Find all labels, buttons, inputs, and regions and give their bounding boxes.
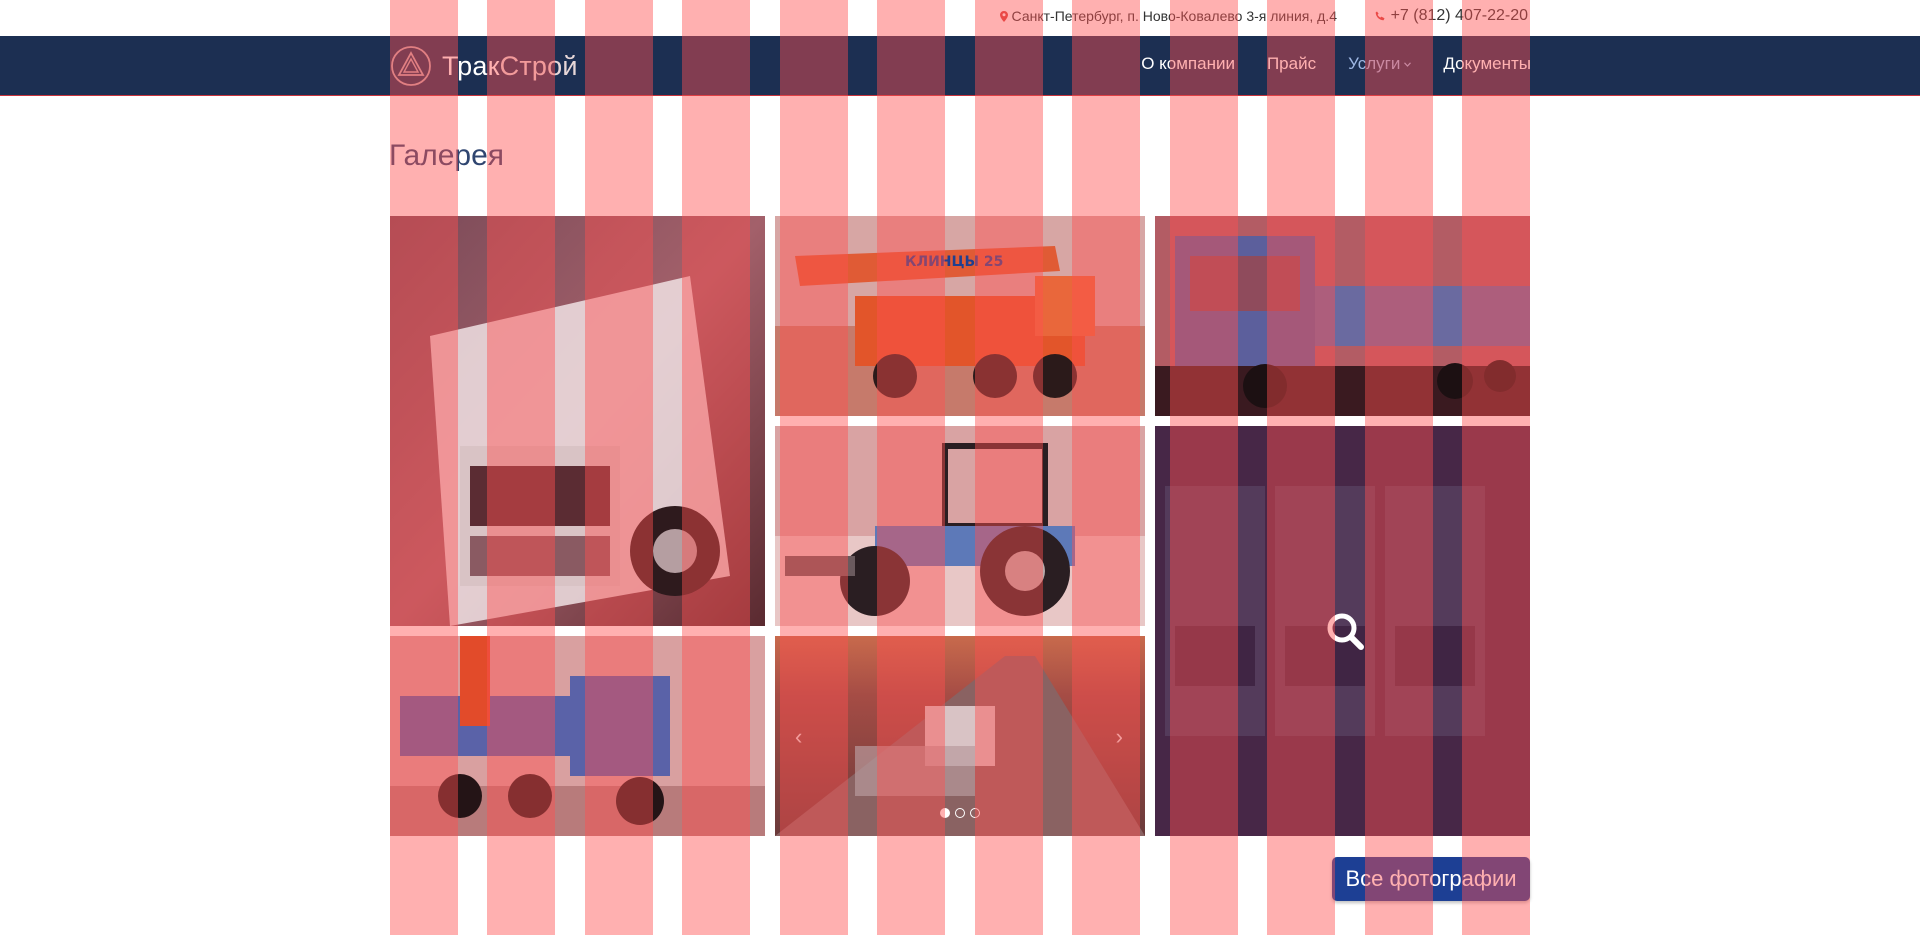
gallery-photo-tractor[interactable]: [775, 426, 1145, 626]
carousel-dot-1[interactable]: [940, 808, 950, 818]
crane-truck-photo: КЛИНЦЫ 25: [775, 216, 1145, 416]
nav-item-about[interactable]: О компании: [1141, 54, 1235, 74]
nav-item-about-label: О компании: [1141, 54, 1235, 73]
main-navbar: ТракСтрой О компании Прайс Услуги Докуме…: [0, 36, 1920, 96]
carousel-next-button[interactable]: ›: [1116, 724, 1123, 750]
gallery-carousel[interactable]: ‹ ›: [775, 636, 1145, 836]
nav-item-services[interactable]: Услуги: [1348, 54, 1412, 74]
phone[interactable]: +7 (812) 407-22-20: [1375, 7, 1528, 25]
blue-flatbed-truck-photo: [1155, 216, 1530, 416]
gallery-photo-crane-manipulator[interactable]: [390, 636, 765, 836]
logo-text: ТракСтрой: [442, 51, 578, 82]
phone-number[interactable]: +7 (812) 407-22-20: [1391, 7, 1528, 25]
nav-item-price-label: Прайс: [1266, 54, 1317, 73]
nav-item-documents-label: Документы: [1443, 54, 1531, 73]
search-icon[interactable]: [1325, 611, 1365, 651]
chevron-down-icon: [1404, 61, 1412, 67]
crane-manipulator-truck-photo: [390, 636, 765, 836]
logo-text-part1: Трак: [442, 50, 500, 81]
blue-tractor-photo: [775, 426, 1145, 626]
highway-sunset-photo: [775, 636, 1145, 836]
carousel-dot-3[interactable]: [970, 808, 980, 818]
map-pin-icon: [999, 10, 1008, 22]
nav-item-documents[interactable]: Документы: [1443, 54, 1531, 74]
nav-item-price[interactable]: Прайс: [1267, 54, 1316, 74]
nav-item-services-label: Услуги: [1348, 54, 1401, 73]
gallery-photo-truck-fleet[interactable]: [1155, 426, 1530, 836]
address: Санкт-Петербург, п. Ново-Ковалево 3-я ли…: [999, 8, 1337, 24]
crane-sign-text: КЛИНЦЫ 25: [905, 254, 1003, 270]
logo-text-part2: Строй: [499, 50, 578, 81]
gallery-photo-blue-flatbed[interactable]: [1155, 216, 1530, 416]
gallery-photo-crane-truck[interactable]: КЛИНЦЫ 25: [775, 216, 1145, 416]
phone-icon: [1375, 11, 1385, 21]
page-title: Галерея: [389, 139, 505, 172]
logo[interactable]: ТракСтрой: [390, 45, 578, 87]
all-photos-button[interactable]: Все фотографии: [1332, 857, 1530, 901]
gallery-photo-white-truck[interactable]: [390, 216, 765, 626]
logo-mark-icon: [391, 46, 431, 86]
carousel-prev-button[interactable]: ‹: [795, 724, 802, 750]
white-truck-photo: [390, 216, 765, 626]
carousel-indicators: [775, 808, 1145, 818]
main-menu: О компании Прайс Услуги Документы: [1141, 54, 1531, 74]
carousel-dot-2[interactable]: [955, 808, 965, 818]
address-text: Санкт-Петербург, п. Ново-Ковалево 3-я ли…: [1011, 8, 1337, 24]
top-info-bar: Санкт-Петербург, п. Ново-Ковалево 3-я ли…: [0, 0, 1920, 36]
